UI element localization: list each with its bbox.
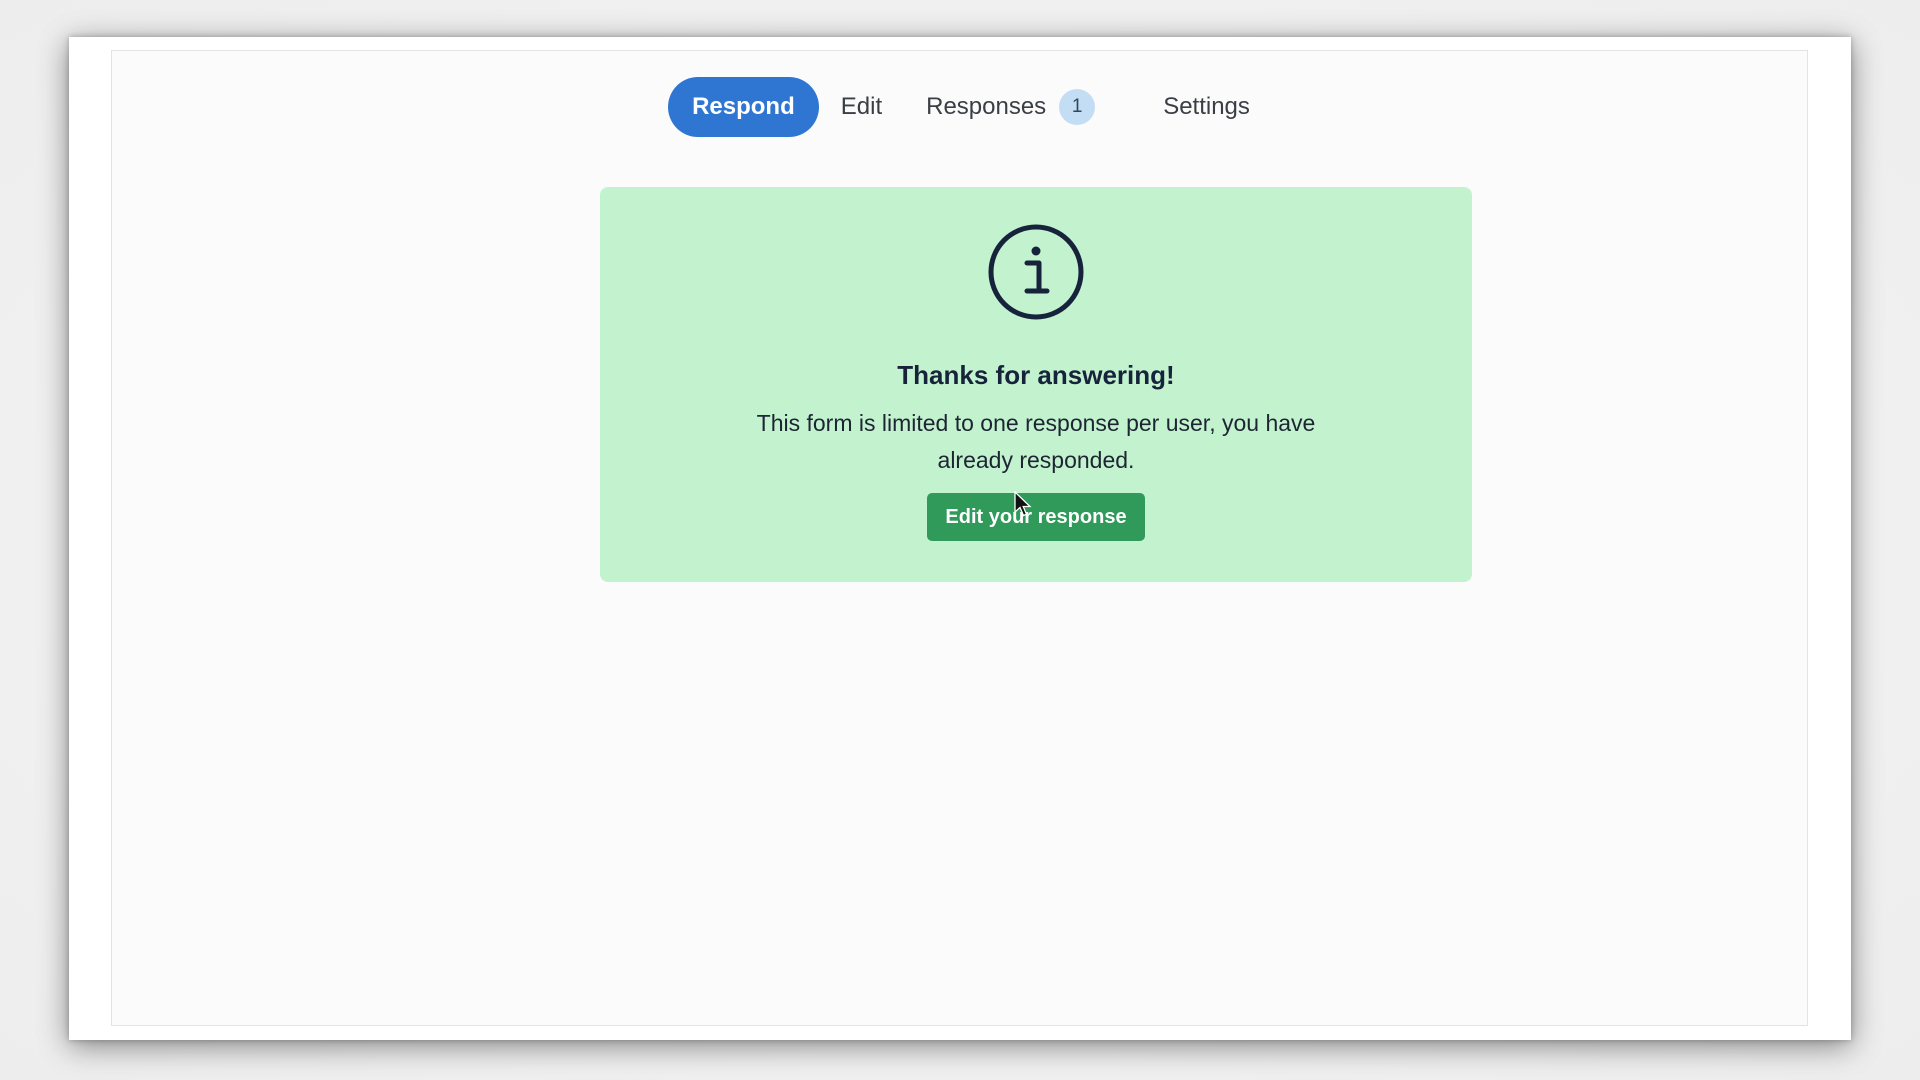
- mouse-pointer-icon: [1014, 491, 1032, 517]
- already-responded-notice: Thanks for answering! This form is limit…: [600, 187, 1472, 582]
- tab-edit-label: Edit: [840, 93, 883, 120]
- tab-bar: Respond Edit Responses 1 Settings: [112, 77, 1807, 137]
- tab-settings[interactable]: Settings: [1141, 77, 1272, 137]
- app-window: Respond Edit Responses 1 Settings Thanks…: [69, 37, 1851, 1040]
- info-icon: [988, 224, 1084, 320]
- responses-count-badge: 1: [1059, 89, 1096, 125]
- form-page: Respond Edit Responses 1 Settings Thanks…: [111, 50, 1808, 1026]
- tab-responses-label: Responses: [926, 93, 1047, 120]
- tab-respond[interactable]: Respond: [668, 77, 819, 137]
- tab-edit[interactable]: Edit: [819, 77, 904, 137]
- notice-title: Thanks for answering!: [897, 360, 1175, 390]
- edit-response-button[interactable]: Edit your response: [927, 493, 1145, 541]
- tab-settings-label: Settings: [1163, 93, 1250, 120]
- tab-responses[interactable]: Responses 1: [904, 77, 1117, 137]
- tab-row: Respond Edit Responses 1 Settings: [668, 77, 1272, 137]
- notice-message: This form is limited to one response per…: [756, 410, 1316, 473]
- tab-respond-label: Respond: [692, 93, 795, 120]
